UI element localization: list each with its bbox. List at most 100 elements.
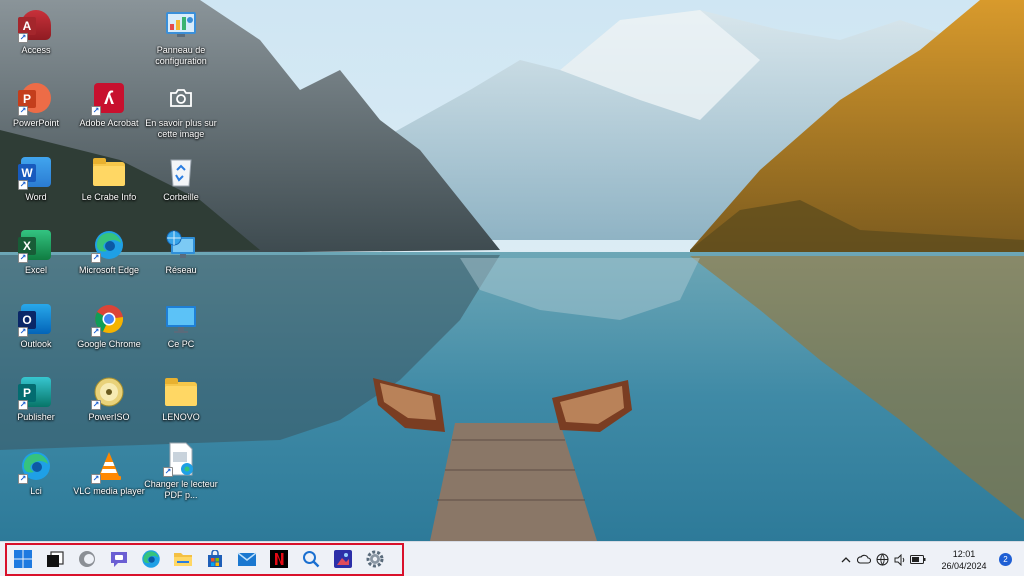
google-chrome-icon: ↗ xyxy=(91,302,126,337)
desktop-icon-en-savoir-plus[interactable]: En savoir plus sur cette image xyxy=(143,77,219,147)
desktop-icon-label: Lci xyxy=(30,486,42,496)
system-tray: 12:01 26/04/2024 2 xyxy=(837,542,1024,576)
vlc-cone-icon: ↗ xyxy=(91,449,126,484)
desktop-icon-label: PowerPoint xyxy=(12,118,60,128)
powerpoint-app-icon: P ↗ xyxy=(18,81,53,116)
microsoft-store-icon xyxy=(208,550,222,567)
desktop-icon-vlc[interactable]: ↗ VLC media player xyxy=(71,445,147,515)
desktop-icon-reseau[interactable]: Réseau xyxy=(143,224,219,294)
desktop-icon-label: LENOVO xyxy=(162,412,200,422)
desktop-icon-lci[interactable]: ↗ Lci xyxy=(0,445,74,515)
desktop-icon-adobe-acrobat[interactable]: ʎ ↗ Adobe Acrobat xyxy=(71,77,147,147)
shortcut-arrow-icon: ↗ xyxy=(91,400,101,410)
desktop-icon-label: Access xyxy=(21,45,51,55)
mail-icon xyxy=(237,552,257,566)
shortcut-arrow-icon: ↗ xyxy=(18,400,28,410)
battery-icon[interactable] xyxy=(909,551,927,569)
volume-speaker-icon[interactable] xyxy=(891,551,909,569)
shortcut-arrow-icon: ↗ xyxy=(18,33,28,43)
desktop-icon-label: Word xyxy=(25,192,47,202)
widgets-button[interactable] xyxy=(74,546,100,572)
shortcut-arrow-icon: ↗ xyxy=(18,253,28,263)
file-explorer-button[interactable] xyxy=(170,546,196,572)
clock[interactable]: 12:01 26/04/2024 xyxy=(933,548,995,572)
photo-app-button[interactable] xyxy=(330,546,356,572)
desktop-icon-label: Outlook xyxy=(20,339,52,349)
desktop-icon-powerpoint[interactable]: P ↗ PowerPoint xyxy=(0,77,74,147)
desktop-icon-label: Changer le lecteur PDF p... xyxy=(144,479,218,500)
adobe-acrobat-icon: ʎ ↗ xyxy=(91,81,126,116)
desktop-icon-label: Adobe Acrobat xyxy=(79,118,139,128)
document-edge-icon: ↗ xyxy=(163,442,198,477)
shortcut-arrow-icon: ↗ xyxy=(91,474,101,484)
mail-button[interactable] xyxy=(234,546,260,572)
widgets-icon xyxy=(79,551,95,567)
desktop-icon-label: Le Crabe Info xyxy=(81,192,137,202)
task-view-icon xyxy=(47,551,64,567)
desktop-icon-excel[interactable]: X ↗ Excel xyxy=(0,224,74,294)
desktop-icon-label: PowerISO xyxy=(88,412,130,422)
netflix-icon xyxy=(270,550,288,568)
desktop-icon-le-crabe-info[interactable]: Le Crabe Info xyxy=(71,151,147,221)
edge-lci-icon: ↗ xyxy=(18,449,53,484)
notification-badge[interactable]: 2 xyxy=(999,553,1012,566)
desktop-icon-label: Ce PC xyxy=(167,339,195,349)
desktop-icon-label: Publisher xyxy=(17,412,55,422)
access-app-icon: A ↗ xyxy=(18,8,53,43)
disc-icon: ↗ xyxy=(91,375,126,410)
desktop-icon-label: Corbeille xyxy=(163,192,199,202)
microsoft-edge-icon: ↗ xyxy=(91,228,126,263)
desktop-icon-label: Google Chrome xyxy=(77,339,141,349)
desktop-icon-publisher[interactable]: P ↗ Publisher xyxy=(0,371,74,441)
shortcut-arrow-icon: ↗ xyxy=(91,253,101,263)
desktop-icon-word[interactable]: W ↗ Word xyxy=(0,151,74,221)
shortcut-arrow-icon: ↗ xyxy=(18,327,28,337)
file-explorer-icon xyxy=(174,553,192,566)
microsoft-edge-icon xyxy=(142,550,160,568)
recycle-bin-icon xyxy=(164,155,198,189)
desktop-icon-label: Microsoft Edge xyxy=(78,265,140,275)
shortcut-arrow-icon: ↗ xyxy=(18,180,28,190)
teams-chat-icon xyxy=(111,552,127,567)
edge-taskbar-button[interactable] xyxy=(138,546,164,572)
shortcut-arrow-icon: ↗ xyxy=(91,106,101,116)
desktop-icon-corbeille[interactable]: Corbeille xyxy=(143,151,219,221)
network-globe-icon[interactable] xyxy=(873,551,891,569)
taskbar: 12:01 26/04/2024 2 xyxy=(0,541,1024,576)
excel-app-icon: X ↗ xyxy=(18,228,53,263)
publisher-app-icon: P ↗ xyxy=(18,375,53,410)
microsoft-store-button[interactable] xyxy=(202,546,228,572)
shortcut-arrow-icon: ↗ xyxy=(18,474,28,484)
desktop-icon-changer-lecteur-pdf[interactable]: ↗ Changer le lecteur PDF p... xyxy=(143,438,219,508)
settings-button[interactable] xyxy=(362,546,388,572)
cloud-sync-icon[interactable] xyxy=(855,551,873,569)
desktop-icon-label: Panneau de configuration xyxy=(155,45,207,66)
desktop-icon-label: VLC media player xyxy=(73,486,145,496)
search-button[interactable] xyxy=(298,546,324,572)
desktop-icon-google-chrome[interactable]: ↗ Google Chrome xyxy=(71,298,147,368)
start-button[interactable] xyxy=(10,546,36,572)
windows-start-icon xyxy=(14,550,32,568)
desktop-icon-label: Réseau xyxy=(165,265,197,275)
settings-gear-icon xyxy=(366,550,384,568)
desktop-icon-outlook[interactable]: O ↗ Outlook xyxy=(0,298,74,368)
shortcut-arrow-icon: ↗ xyxy=(163,467,173,477)
teams-chat-button[interactable] xyxy=(106,546,132,572)
camera-icon xyxy=(164,81,198,115)
desktop-icon-access[interactable]: A ↗ Access xyxy=(0,4,74,74)
folder-icon xyxy=(92,155,126,189)
word-app-icon: W ↗ xyxy=(18,155,53,190)
search-icon xyxy=(303,551,320,568)
desktop-icon-microsoft-edge[interactable]: ↗ Microsoft Edge xyxy=(71,224,147,294)
show-hidden-icons-chevron-up-icon[interactable] xyxy=(837,551,855,569)
shortcut-arrow-icon: ↗ xyxy=(91,327,101,337)
task-view-button[interactable] xyxy=(42,546,68,572)
desktop-icon-lenovo[interactable]: LENOVO xyxy=(143,371,219,441)
desktop-icon-panneau-de-configuration[interactable]: Panneau de configuration xyxy=(143,4,219,74)
folder-icon xyxy=(164,375,198,409)
desktop-icon-label: Excel xyxy=(24,265,47,275)
control-panel-icon xyxy=(164,8,198,42)
desktop-icon-poweriso[interactable]: ↗ PowerISO xyxy=(71,371,147,441)
netflix-button[interactable] xyxy=(266,546,292,572)
desktop-icon-ce-pc[interactable]: Ce PC xyxy=(143,298,219,368)
